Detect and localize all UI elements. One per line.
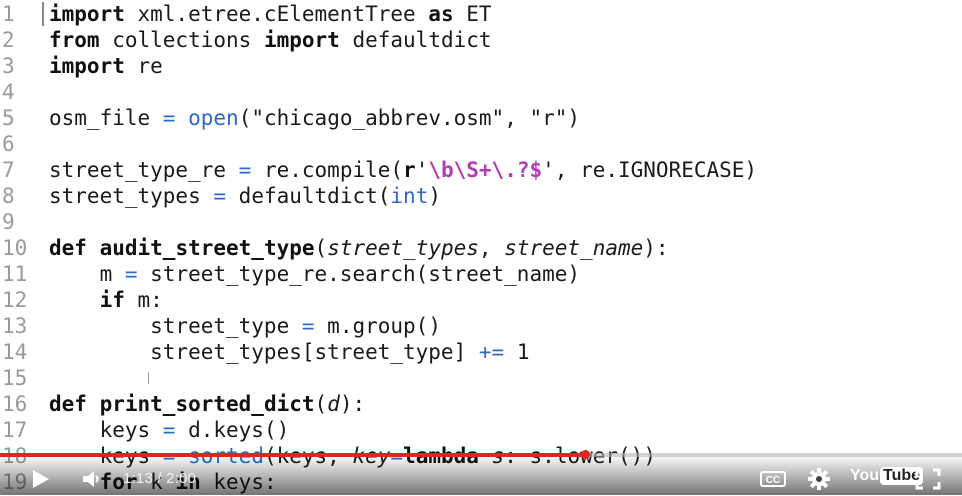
youtube-logo[interactable]: You Tube [850,467,924,485]
line-number: 13 [2,314,28,338]
volume-button[interactable] [82,469,102,494]
line-number: 15 [2,366,28,390]
code-line: street_type_re = re.compile(r'\b\S+\.?$'… [49,158,758,182]
line-number: 1 [2,2,15,26]
progress-bar[interactable] [0,450,962,459]
settings-button[interactable] [807,467,831,496]
play-button[interactable] [32,469,50,494]
gear-icon [808,468,830,490]
duration: 2:00 [166,470,197,487]
code-line: street_types = defaultdict(int) [49,184,441,208]
line-number: 8 [2,184,15,208]
time-separator: / [157,470,162,487]
text-cursor [148,372,149,384]
current-time: 1:13 [123,470,153,487]
code-line: import xml.etree.cElementTree as ET [49,2,492,26]
player-controls: 1:13 / 2:00 CC You Tube [0,463,962,495]
code-line: from collections import defaultdict [49,28,492,52]
line-number: 10 [2,236,28,260]
line-number: 2 [2,28,15,52]
youtube-logo-text: You [850,467,880,484]
line-number: 11 [2,262,28,286]
code-line: keys = d.keys() [49,418,290,442]
progress-played [0,453,585,457]
line-number: 9 [2,210,15,234]
captions-button[interactable]: CC [760,471,786,487]
line-number: 16 [2,392,28,416]
time-display: 1:13 / 2:00 [123,470,196,487]
volume-icon [83,471,99,487]
line-number: 6 [2,132,15,156]
line-number: 17 [2,418,28,442]
line-number: 5 [2,106,15,130]
code-line: def print_sorted_dict(d): [49,392,366,416]
code-line: osm_file = open("chicago_abbrev.osm", "r… [49,106,581,130]
play-icon [33,470,49,488]
line-number: 3 [2,54,15,78]
fullscreen-icon [915,468,941,490]
code-line: m = street_type_re.search(street_name) [49,262,581,286]
fullscreen-button[interactable] [915,468,941,495]
code-line: street_types[street_type] += 1 [49,340,530,364]
line-cursor-indicator [42,2,44,26]
code-line: import re [49,54,163,78]
line-number: 14 [2,340,28,364]
line-number: 7 [2,158,15,182]
line-number: 4 [2,80,15,104]
code-editor: 1 2 3 4 5 6 7 8 9 10 11 12 13 14 15 16 1… [0,0,962,495]
progress-scrubber-handle[interactable] [580,450,590,459]
code-line: street_type = m.group() [49,314,441,338]
code-line: if m: [99,288,163,312]
line-number: 12 [2,288,28,312]
code-line: def audit_street_type(street_types, stre… [49,236,669,260]
